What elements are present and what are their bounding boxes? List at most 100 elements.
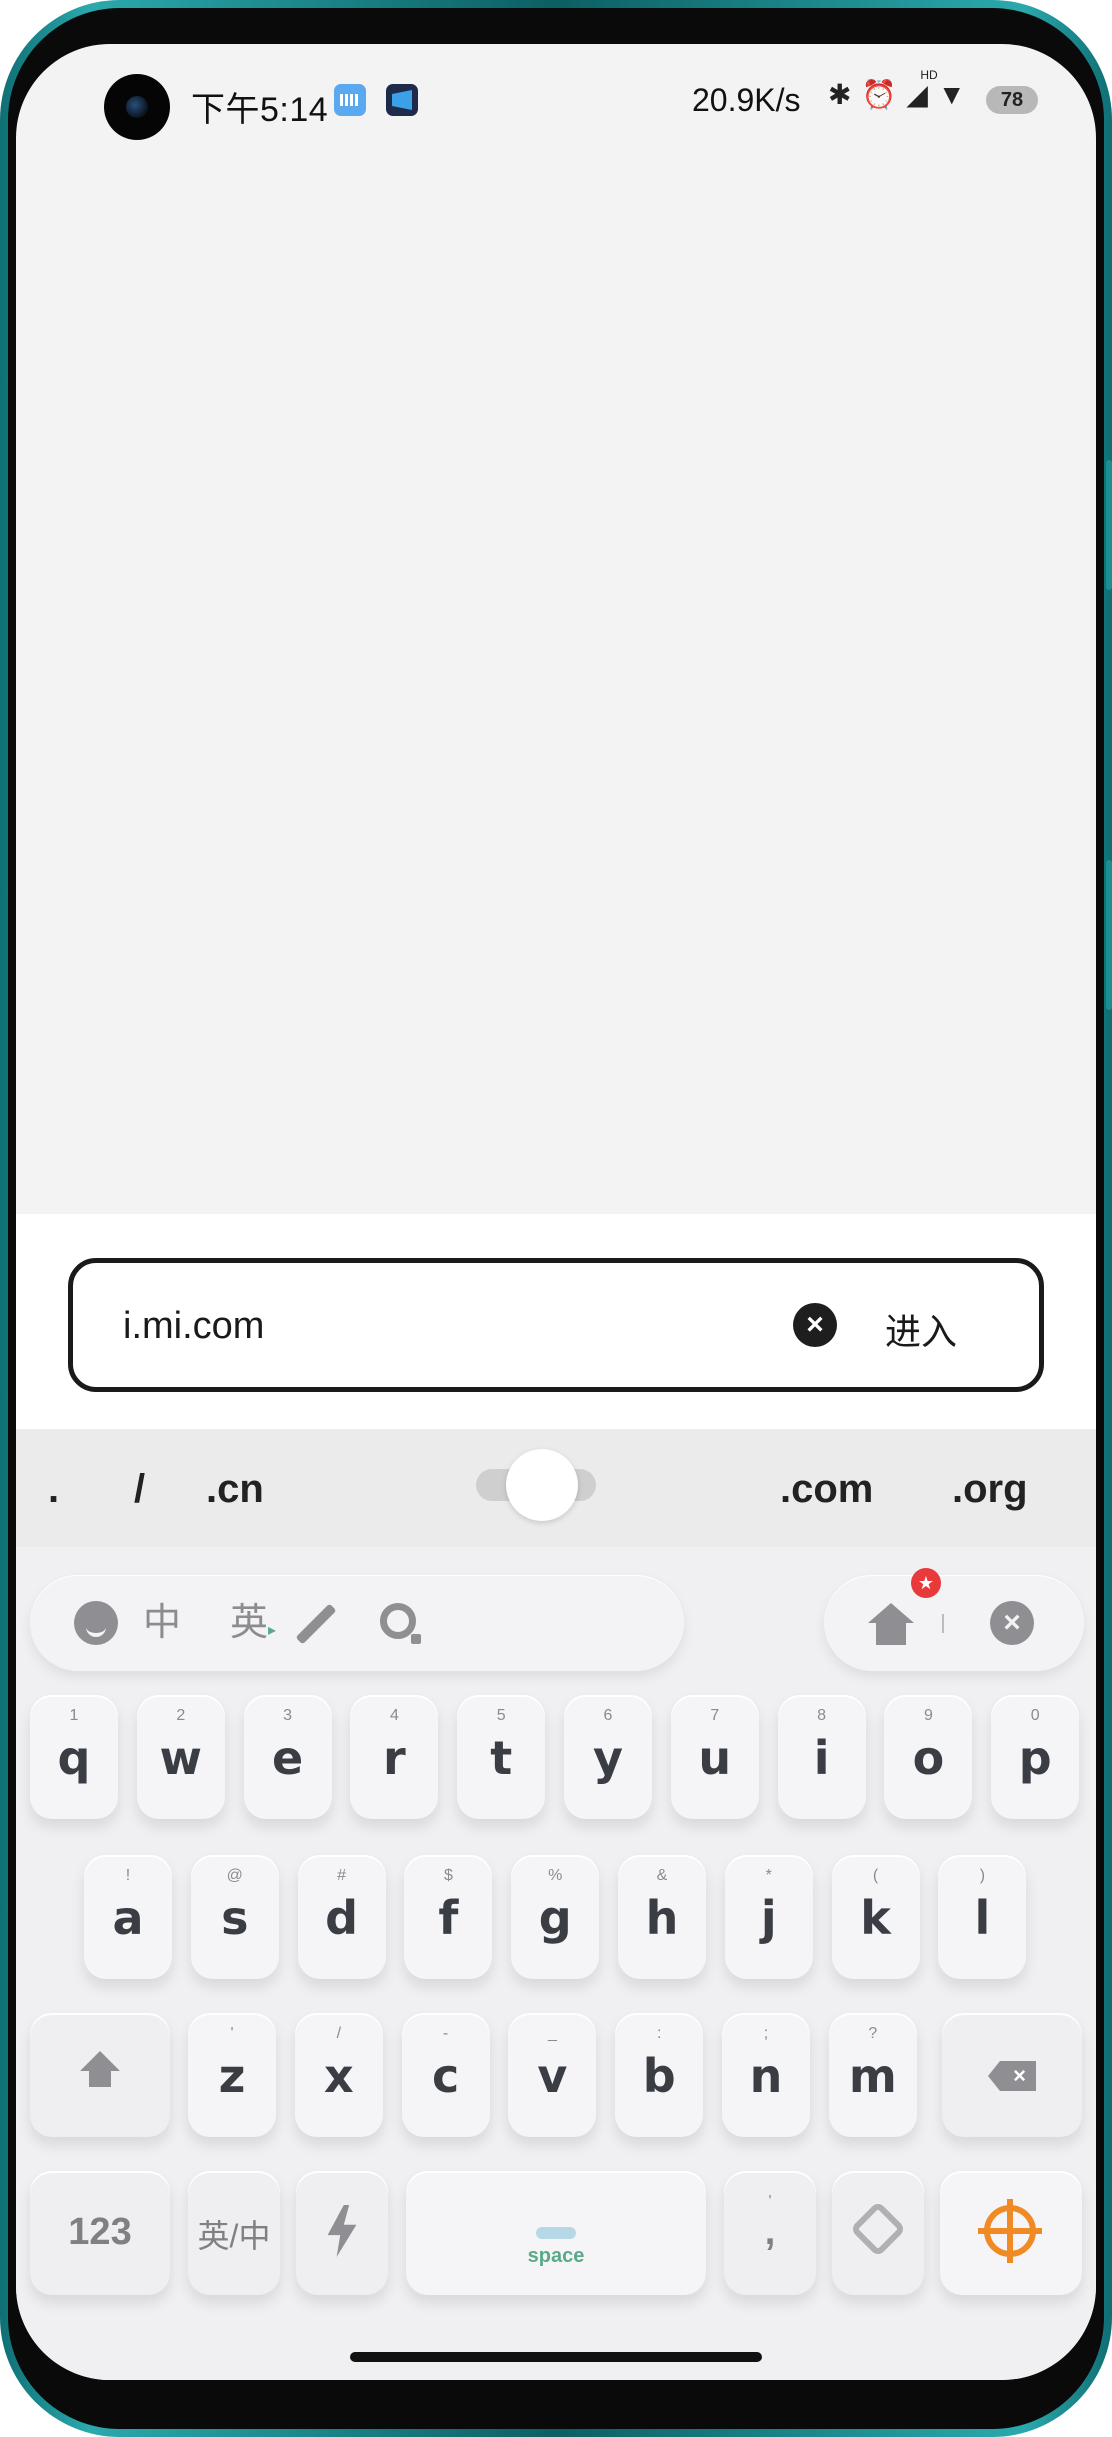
key-char: n (749, 2049, 783, 2103)
key-v[interactable]: _ v (508, 2013, 597, 2137)
key-x[interactable]: / x (294, 2013, 383, 2137)
key-hint: ( (872, 1867, 879, 1884)
shortcut-slash[interactable]: / (134, 1467, 145, 1512)
key-char: a (112, 1891, 144, 1945)
key-hint: * (765, 1867, 772, 1884)
key-d[interactable]: # d (297, 1855, 386, 1979)
url-input[interactable]: i.mi.com × 进入 (68, 1258, 1044, 1392)
key-t[interactable]: 5t (457, 1695, 546, 1819)
front-camera (104, 74, 170, 140)
key-hint: 7 (710, 1707, 720, 1724)
key-char: f (438, 1891, 459, 1945)
english-mode-button[interactable]: 英▸ (218, 1599, 288, 1647)
backspace-key[interactable]: × (942, 2013, 1082, 2137)
key-b[interactable]: :b (615, 2013, 704, 2137)
punctuation-key[interactable]: ' , (724, 2171, 816, 2295)
space-key[interactable]: space (406, 2171, 706, 2295)
cursor-target-key[interactable] (940, 2171, 1082, 2295)
close-icon[interactable]: × (990, 1601, 1034, 1645)
shift-key[interactable] (30, 2013, 170, 2137)
space-bar-icon (536, 2227, 576, 2239)
key-s[interactable]: @ s (190, 1855, 279, 1979)
clear-icon[interactable]: × (793, 1303, 837, 1347)
key-hint: 0 (1030, 1707, 1040, 1724)
key-h[interactable]: & h (618, 1855, 706, 1979)
key-hint: _ (547, 2025, 557, 2042)
english-mode-label: 英 (229, 1602, 268, 1644)
shortcut-com[interactable]: .com (780, 1467, 873, 1512)
slider-knob[interactable] (506, 1449, 578, 1521)
quick-action-key[interactable] (296, 2171, 388, 2295)
cursor-slider[interactable] (476, 1449, 596, 1521)
home-indicator[interactable] (350, 2352, 762, 2362)
shortcut-dot[interactable]: . (48, 1467, 59, 1512)
key-char: d (325, 1891, 359, 1945)
key-char: m (848, 2049, 897, 2103)
go-button[interactable]: 进入 (885, 1303, 957, 1355)
emoji-icon[interactable] (74, 1601, 118, 1645)
key-m[interactable]: ? m (828, 2013, 917, 2137)
keyboard: 中 英▸ | × ★ 1q2w3e4r5t6y7u8i9o0p ! a @ s # d $ f… (16, 1547, 1096, 2380)
key-l[interactable]: ) l (938, 1855, 1027, 1979)
clipboard-key[interactable] (832, 2171, 924, 2295)
language-switch-label: 英/中 (197, 2218, 271, 2254)
key-u[interactable]: 7u (670, 1695, 759, 1819)
key-hint: & (656, 1867, 668, 1884)
key-char: q (57, 1731, 91, 1785)
network-speed: 20.9K/s (692, 82, 801, 118)
signal-icon: ◢ HD (906, 68, 938, 110)
handwriting-icon[interactable] (295, 1603, 337, 1645)
numbers-key[interactable]: 123 (30, 2171, 170, 2295)
shortcut-cn[interactable]: .cn (206, 1467, 264, 1512)
key-char: h (645, 1891, 679, 1945)
key-e[interactable]: 3e (243, 1695, 332, 1819)
key-hint: ; (763, 2025, 769, 2042)
search-icon[interactable] (380, 1603, 421, 1644)
key-i[interactable]: 8i (777, 1695, 866, 1819)
key-char: l (974, 1891, 991, 1945)
key-j[interactable]: * j (724, 1855, 813, 1979)
key-char: b (642, 2049, 676, 2103)
key-k[interactable]: (k (831, 1855, 920, 1979)
numbers-key-label: 123 (68, 2211, 132, 2253)
key-char: i (813, 1731, 830, 1785)
punctuation-key-label: , (764, 2211, 776, 2253)
chinese-mode-button[interactable]: 中 (138, 1599, 186, 1647)
status-bar: 下午5:14 20.9K/s ✱ ⏰ ◢ HD ▼ 78 (16, 44, 1096, 154)
key-r[interactable]: 4r (350, 1695, 439, 1819)
key-char: v (537, 2049, 568, 2103)
keyboard-app-icon (334, 84, 366, 116)
key-a[interactable]: ! a (84, 1855, 172, 1979)
key-f[interactable]: $ f (404, 1855, 493, 1979)
key-hint: # (337, 1867, 347, 1884)
url-input-value: i.mi.com (123, 1305, 265, 1347)
key-c[interactable]: -c (401, 2013, 490, 2137)
shortcut-org[interactable]: .org (952, 1467, 1028, 1512)
key-g[interactable]: % g (511, 1855, 600, 1979)
screen: 下午5:14 20.9K/s ✱ ⏰ ◢ HD ▼ 78 i.mi.com × 进… (16, 44, 1096, 2380)
key-w[interactable]: 2w (136, 1695, 225, 1819)
language-switch-key[interactable]: 英/中 (188, 2171, 280, 2295)
key-hint: ? (868, 2025, 878, 2042)
home-icon[interactable] (868, 1603, 914, 1645)
key-n[interactable]: ; n (722, 2013, 810, 2137)
status-time: 下午5:14 (191, 91, 329, 129)
key-char: k (860, 1891, 891, 1945)
key-z[interactable]: ' z (188, 2013, 276, 2137)
key-y[interactable]: 6y (564, 1695, 652, 1819)
english-mode-marker: ▸ (267, 1622, 277, 1639)
key-hint: 2 (176, 1707, 186, 1724)
key-char: j (760, 1891, 777, 1945)
keyboard-toolbar-right: | × (824, 1575, 1084, 1671)
key-p[interactable]: 0p (991, 1695, 1080, 1819)
key-char: g (538, 1891, 572, 1945)
key-o[interactable]: 9o (884, 1695, 973, 1819)
battery-icon: 78 (986, 86, 1038, 114)
key-hint: - (442, 2025, 449, 2042)
key-char: s (221, 1891, 249, 1945)
key-hint: 9 (923, 1707, 933, 1724)
key-hint: $ (443, 1867, 453, 1884)
status-icons: ✱ ⏰ ◢ HD ▼ (828, 68, 966, 111)
key-char: t (490, 1731, 513, 1785)
key-q[interactable]: 1q (30, 1695, 118, 1819)
